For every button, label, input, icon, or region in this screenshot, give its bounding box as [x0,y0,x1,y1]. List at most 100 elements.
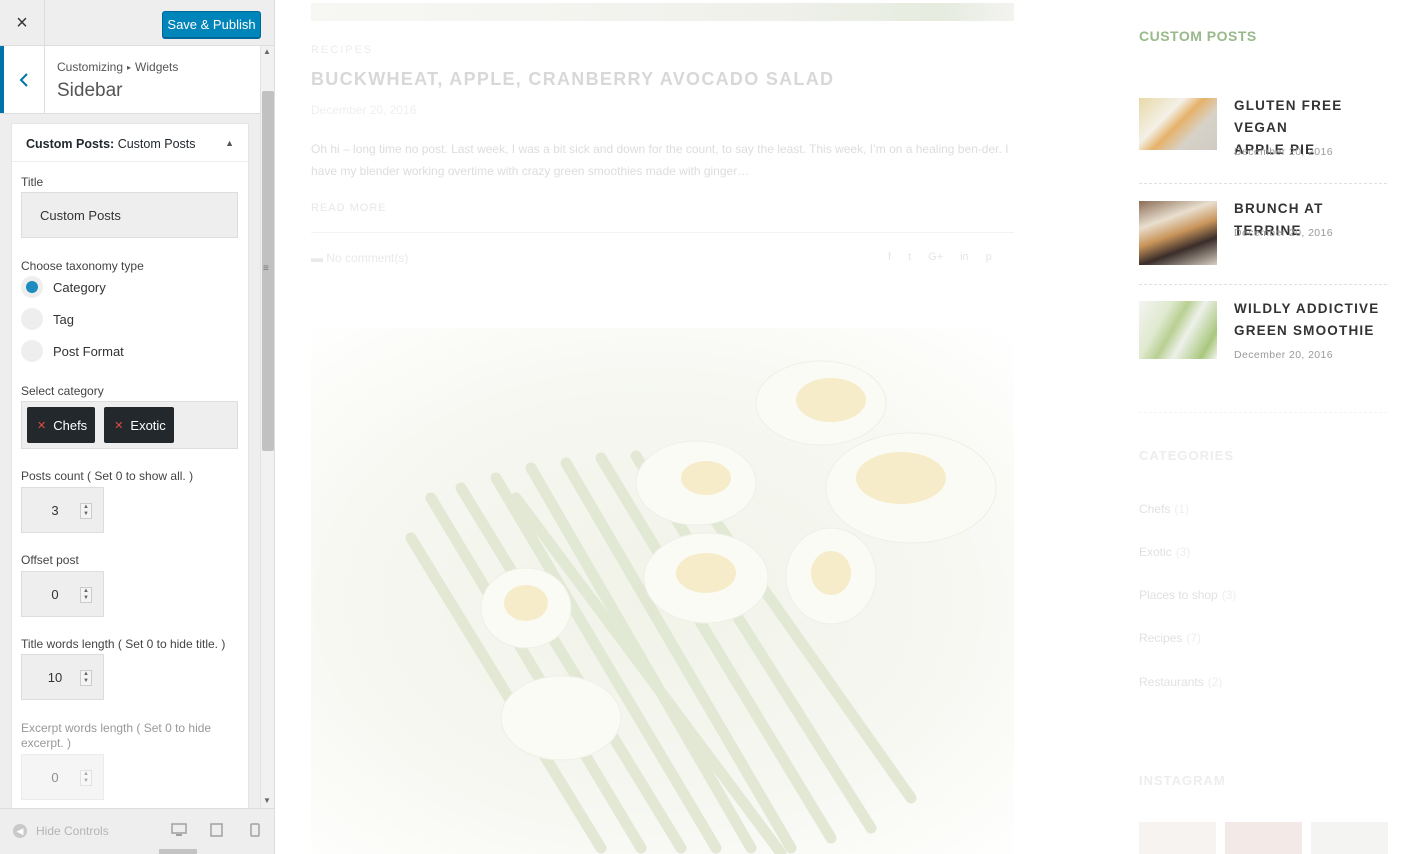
category-name: Recipes [1139,631,1183,645]
twitter-icon[interactable]: t [908,251,911,263]
radio-tag[interactable]: Tag [21,308,74,330]
stepper-arrows-icon[interactable]: ▲ ▼ [80,770,92,786]
post-thumbnail[interactable] [1139,201,1217,265]
widget-type: Custom Posts: [26,137,115,151]
radio-button-checked[interactable] [21,276,43,298]
title-label: Title [21,175,44,189]
offset-stepper[interactable]: 0 ▲ ▼ [21,571,104,617]
comments-label: No comment(s) [326,251,409,265]
radio-button[interactable] [21,308,43,330]
pinterest-icon[interactable]: p [986,251,992,263]
collapse-arrow-icon[interactable]: ▲ [225,138,234,148]
title-input[interactable]: Custom Posts [21,192,238,238]
category-link[interactable]: Chefs (1) [1139,502,1189,516]
radio-button[interactable] [21,340,43,362]
desktop-preview-icon[interactable] [171,823,187,837]
title-words-label: Title words length ( Set 0 to hide title… [21,637,226,651]
stepper-arrows-icon[interactable]: ▲ ▼ [80,670,92,686]
read-more-link[interactable]: READ MORE [311,202,387,214]
custom-post-date: December 20, 2016 [1234,349,1334,361]
back-button[interactable] [0,46,45,113]
post-date: December 20, 2016 [311,103,417,117]
post-featured-image[interactable] [311,328,1014,854]
customizer-header: × Save & Publish [0,0,274,46]
remove-tag-icon[interactable]: ✕ [114,419,123,432]
instagram-thumbnail[interactable] [1139,822,1216,854]
stepper-arrows-icon[interactable]: ▲ ▼ [80,587,92,603]
instagram-thumbnail[interactable] [1225,822,1302,854]
instagram-heading: INSTAGRAM [1139,773,1226,788]
widget-header[interactable]: Custom Posts: Custom Posts ▲ [12,124,248,162]
custom-posts-widget: Custom Posts: Custom Posts ▲ Title Custo… [11,123,249,823]
scroll-up-arrow-icon[interactable]: ▲ [263,47,271,56]
category-name: Restaurants [1139,675,1204,689]
category-name: Chefs [1139,502,1171,516]
custom-posts-heading: CUSTOM POSTS [1139,28,1257,44]
asparagus-egg-illustration [405,360,997,854]
save-publish-button[interactable]: Save & Publish [162,11,261,38]
category-count: (7) [1186,631,1202,645]
facebook-icon[interactable]: f [888,251,891,263]
divider [311,232,1014,233]
scroll-down-arrow-icon[interactable]: ▼ [263,796,271,805]
custom-post-title[interactable]: WILDLY ADDICTIVE GREEN SMOOTHIE [1234,298,1379,342]
breadcrumb: Customizing ▸ Widgets [57,60,178,74]
category-select[interactable]: ✕ Chefs ✕ Exotic [21,401,238,449]
excerpt-words-label: Excerpt words length ( Set 0 to hide [21,721,212,735]
category-count: (2) [1207,675,1223,689]
excerpt-words-stepper[interactable]: 0 ▲ ▼ [21,754,104,800]
title-line: WILDLY ADDICTIVE [1234,301,1380,316]
active-device-indicator [159,849,197,854]
stepper-arrows-icon[interactable]: ▲ ▼ [80,503,92,519]
posts-count-stepper[interactable]: 3 ▲ ▼ [21,487,104,533]
radio-category[interactable]: Category [21,276,106,298]
google-plus-icon[interactable]: G+ [928,251,943,263]
post-thumbnail[interactable] [1139,301,1217,359]
mobile-preview-icon[interactable] [250,823,260,837]
category-count: (1) [1174,502,1190,516]
close-icon[interactable]: × [0,0,45,46]
remove-tag-icon[interactable]: ✕ [37,419,46,432]
category-name: Exotic [1139,545,1172,559]
comments-link[interactable]: ▬ No comment(s) [311,251,408,265]
title-words-stepper[interactable]: 10 ▲ ▼ [21,654,104,700]
share-icons: f t G+ in p [888,251,992,263]
title-line: GREEN SMOOTHIE [1234,323,1375,338]
scrollbar[interactable] [260,46,274,808]
chevron-left-icon [19,72,28,87]
category-count: (3) [1175,545,1191,559]
post-title[interactable]: BUCKWHEAT, APPLE, CRANBERRY AVOCADO SALA… [311,69,834,90]
tag-label: Chefs [53,417,88,433]
hide-controls-button[interactable]: ◀ Hide Controls [13,824,109,838]
posts-count-label: Posts count ( Set 0 to show all. ) [21,469,194,483]
section-header: Customizing ▸ Widgets Sidebar [0,46,260,114]
scroll-grip-icon: ≡ [263,263,269,274]
custom-post-date: December 20, 2016 [1234,227,1334,239]
category-link[interactable]: Exotic (3) [1139,545,1190,559]
linkedin-icon[interactable]: in [960,251,969,263]
stepper-value: 10 [47,670,63,685]
hide-controls-icon: ◀ [13,824,27,838]
dashed-divider [1139,412,1387,413]
excerpt-words-label-cont: excerpt. ) [21,736,72,750]
post-excerpt: Oh hi – long time no post. Last week, I … [311,142,1009,178]
post-thumbnail[interactable] [1139,98,1217,150]
category-link[interactable]: Places to shop (3) [1139,588,1236,602]
post-category[interactable]: RECIPES [311,44,373,56]
previous-post-image [311,3,1014,21]
widget-name: Custom Posts [117,137,196,151]
title-line: GLUTEN FREE VEGAN [1234,98,1343,135]
radio-post-format[interactable]: Post Format [21,340,124,362]
tablet-preview-icon[interactable] [210,823,223,837]
stepper-value: 0 [51,770,59,785]
custom-post-date: December 20, 2016 [1234,146,1334,158]
category-name: Places to shop [1139,588,1218,602]
tag-label: Exotic [130,417,166,433]
category-count: (3) [1221,588,1237,602]
instagram-thumbnail[interactable] [1311,822,1388,854]
dashed-divider [1139,284,1387,285]
stepper-value: 0 [51,587,59,602]
categories-heading: CATEGORIES [1139,448,1234,463]
category-link[interactable]: Restaurants (2) [1139,675,1222,689]
category-link[interactable]: Recipes (7) [1139,631,1201,645]
